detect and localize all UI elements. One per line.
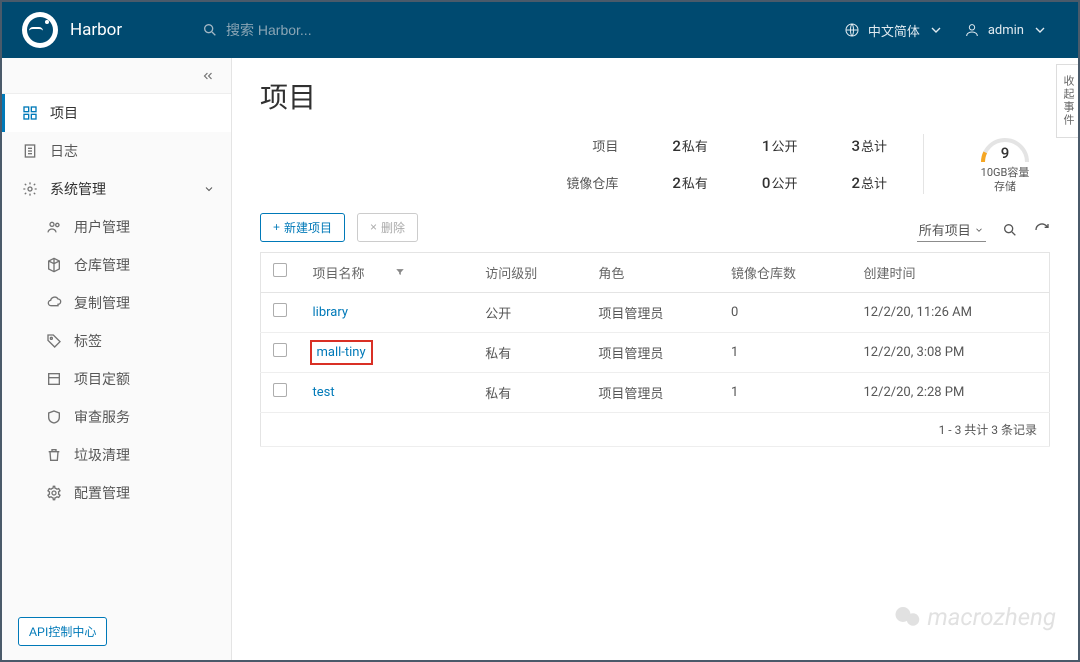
harbor-logo-icon <box>22 12 58 48</box>
tag-icon <box>46 333 62 349</box>
projects-icon <box>22 105 38 121</box>
row-checkbox[interactable] <box>273 383 287 397</box>
cube-icon <box>46 257 62 273</box>
sidebar-collapse-toggle[interactable] <box>2 58 231 94</box>
sidebar-item-label: 日志 <box>50 141 78 161</box>
search-box[interactable] <box>202 22 582 38</box>
user-icon <box>964 22 980 38</box>
toolbar: + 新建项目 × 删除 所有项目 <box>260 213 1050 242</box>
globe-icon <box>844 22 860 38</box>
users-icon <box>46 219 62 235</box>
plus-icon: + <box>273 220 280 234</box>
table-row: library 公开 项目管理员 0 12/2/20, 11:26 AM <box>261 292 1050 332</box>
top-header: Harbor 中文简体 admin <box>2 2 1078 58</box>
sidebar-item-labels[interactable]: 标签 <box>2 322 231 360</box>
sidebar-item-users[interactable]: 用户管理 <box>2 208 231 246</box>
gauge-value: 9 <box>977 144 1033 162</box>
cloud-sync-icon <box>46 295 62 311</box>
projects-table: 项目名称 访问级别 角色 镜像仓库数 创建时间 library 公开 项目管理员… <box>260 252 1050 447</box>
gear-icon <box>46 485 62 501</box>
chevron-down-icon <box>974 225 984 235</box>
shield-icon <box>46 409 62 425</box>
user-label: admin <box>988 23 1024 38</box>
page-title: 项目 <box>260 76 1050 116</box>
stats-row-label: 镜像仓库 <box>566 173 618 192</box>
filter-icon <box>395 267 405 277</box>
search-input[interactable] <box>226 22 526 38</box>
new-project-button[interactable]: + 新建项目 <box>260 213 345 242</box>
trash-icon <box>46 447 62 463</box>
statistics-panel: 项目 2私有 1公开 3总计 镜像仓库 2私有 0公开 2总计 <box>260 134 1050 195</box>
main-content: 项目 项目 2私有 1公开 3总计 镜像仓库 2私有 0公开 2总计 <box>232 58 1078 660</box>
sidebar-item-label: 项目 <box>50 103 78 123</box>
quota-icon <box>46 371 62 387</box>
delete-button[interactable]: × 删除 <box>357 213 418 242</box>
sidebar-item-label: 垃圾清理 <box>74 445 130 465</box>
sidebar-item-interrogation[interactable]: 审查服务 <box>2 398 231 436</box>
sidebar-item-label: 仓库管理 <box>74 255 130 275</box>
sidebar-item-label: 复制管理 <box>74 293 130 313</box>
api-control-button[interactable]: API控制中心 <box>18 617 107 646</box>
search-icon <box>202 22 218 38</box>
sidebar-item-logs[interactable]: 日志 <box>2 132 231 170</box>
col-created[interactable]: 创建时间 <box>851 252 1049 292</box>
chevron-down-icon <box>203 183 215 195</box>
divider <box>923 134 924 194</box>
project-link[interactable]: mall-tiny <box>313 343 370 362</box>
sidebar-item-config[interactable]: 配置管理 <box>2 474 231 512</box>
sidebar-item-label: 标签 <box>74 331 102 351</box>
sidebar-item-quotas[interactable]: 项目定额 <box>2 360 231 398</box>
events-side-tab[interactable]: 收起事件 <box>1056 64 1078 138</box>
sidebar-item-label: 项目定额 <box>74 369 130 389</box>
project-link[interactable]: library <box>313 305 349 320</box>
col-repo-count[interactable]: 镜像仓库数 <box>719 252 852 292</box>
brand-text: Harbor <box>70 20 122 40</box>
sidebar-item-label: 审查服务 <box>74 407 130 427</box>
table-row: mall-tiny 私有 项目管理员 1 12/2/20, 3:08 PM <box>261 332 1050 372</box>
stats-row-label: 项目 <box>566 136 618 155</box>
sidebar-item-projects[interactable]: 项目 <box>2 94 231 132</box>
chevron-down-icon <box>928 22 944 38</box>
sidebar-item-gc[interactable]: 垃圾清理 <box>2 436 231 474</box>
refresh-icon[interactable] <box>1034 222 1050 238</box>
table-row: test 私有 项目管理员 1 12/2/20, 2:28 PM <box>261 372 1050 412</box>
user-menu[interactable]: admin <box>954 22 1058 38</box>
row-checkbox[interactable] <box>273 343 287 357</box>
brand-area[interactable]: Harbor <box>22 12 202 48</box>
language-label: 中文简体 <box>868 21 920 40</box>
language-switcher[interactable]: 中文简体 <box>834 21 954 40</box>
table-footer: 1 - 3 共计 3 条记录 <box>261 412 1050 446</box>
project-filter-select[interactable]: 所有项目 <box>917 218 986 242</box>
col-name[interactable]: 项目名称 <box>301 252 474 292</box>
col-role[interactable]: 角色 <box>586 252 719 292</box>
chevron-down-icon <box>1032 22 1048 38</box>
sidebar-item-registries[interactable]: 仓库管理 <box>2 246 231 284</box>
row-checkbox[interactable] <box>273 303 287 317</box>
sidebar-item-replication[interactable]: 复制管理 <box>2 284 231 322</box>
storage-gauge: 9 10GB容量 存储 <box>960 134 1050 195</box>
table-header-row: 项目名称 访问级别 角色 镜像仓库数 创建时间 <box>261 252 1050 292</box>
search-icon[interactable] <box>1002 222 1018 238</box>
select-all-checkbox[interactable] <box>273 263 287 277</box>
double-chevron-left-icon <box>201 69 215 83</box>
x-icon: × <box>370 220 377 234</box>
sidebar: 项目 日志 系统管理 用户管理 仓库管理 复制管理 <box>2 58 232 660</box>
admin-icon <box>22 181 38 197</box>
sidebar-item-label: 系统管理 <box>50 179 106 199</box>
col-access[interactable]: 访问级别 <box>473 252 586 292</box>
project-link[interactable]: test <box>313 385 335 400</box>
sidebar-item-label: 配置管理 <box>74 483 130 503</box>
logs-icon <box>22 143 38 159</box>
sidebar-item-admin[interactable]: 系统管理 <box>2 170 231 208</box>
sidebar-item-label: 用户管理 <box>74 217 130 237</box>
